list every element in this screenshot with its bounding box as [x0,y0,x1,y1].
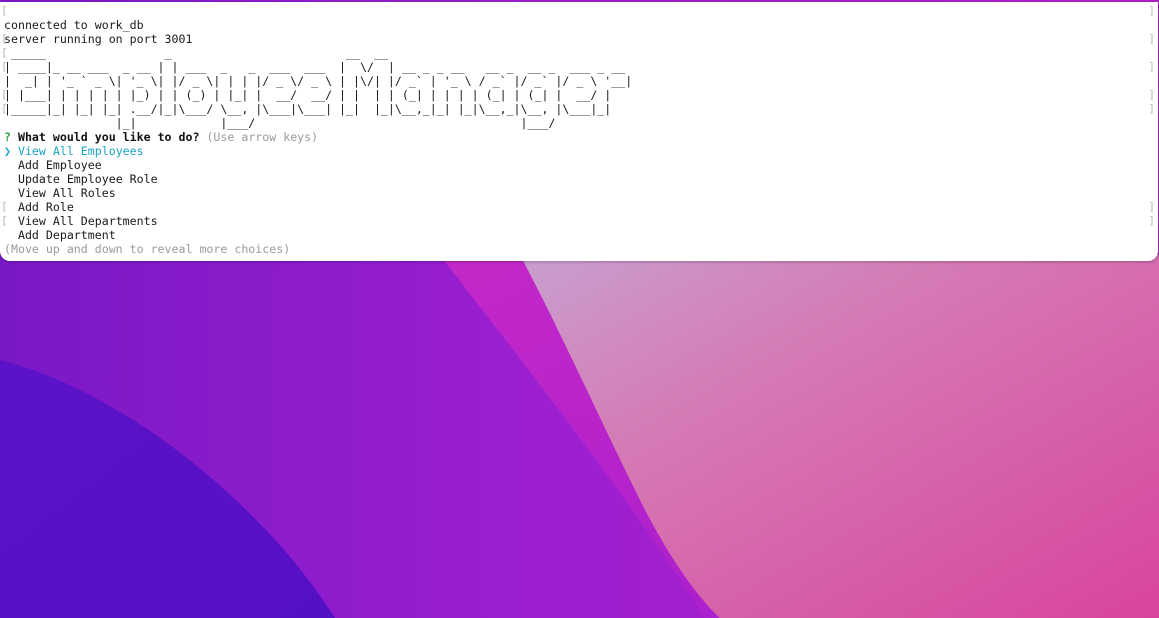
choice-view-all-departments[interactable]: View All Departments [4,214,1144,228]
choice-label: View All Roles [17,186,116,200]
employee-manager-ascii-banner: _____ _ __ __ | ____|_ __ ___ _ __ | | _… [4,46,633,130]
choice-view-all-roles[interactable]: View All Roles [4,186,1144,200]
prompt-hint: (Use arrow keys) [206,130,319,144]
choice-label: View All Departments [17,214,158,228]
terminal-window[interactable]: [ ] [ ] [ [ ] [ ] [ ] [ ] [ ] connected … [0,2,1158,261]
terminal-output: connected to work_db server running on p… [4,18,1144,256]
choice-add-department[interactable]: Add Department [4,228,1144,242]
connection-status-line: connected to work_db [4,18,144,32]
choice-label: Add Department [17,228,116,242]
server-status-line: server running on port 3001 [4,32,193,46]
prompt-question: What would you like to do? [17,130,200,144]
choice-label: Update Employee Role [17,172,158,186]
choice-update-employee-role[interactable]: Update Employee Role [4,172,1144,186]
choice-label: View All Employees [17,144,144,158]
more-choices-hint: (Move up and down to reveal more choices… [4,242,291,256]
choice-add-employee[interactable]: Add Employee [4,158,1144,172]
choice-label: Add Employee [17,158,102,172]
choice-label: Add Role [17,200,74,214]
choice-list: ❯ View All Employees Add Employee Update… [4,144,1144,242]
prompt-line: ? What would you like to do? (Use arrow … [4,130,1144,144]
question-mark-icon: ? [4,130,11,144]
choice-add-role[interactable]: Add Role [4,200,1144,214]
pointer-icon: ❯ [4,144,11,158]
choice-view-all-employees[interactable]: ❯ View All Employees [4,144,1144,158]
